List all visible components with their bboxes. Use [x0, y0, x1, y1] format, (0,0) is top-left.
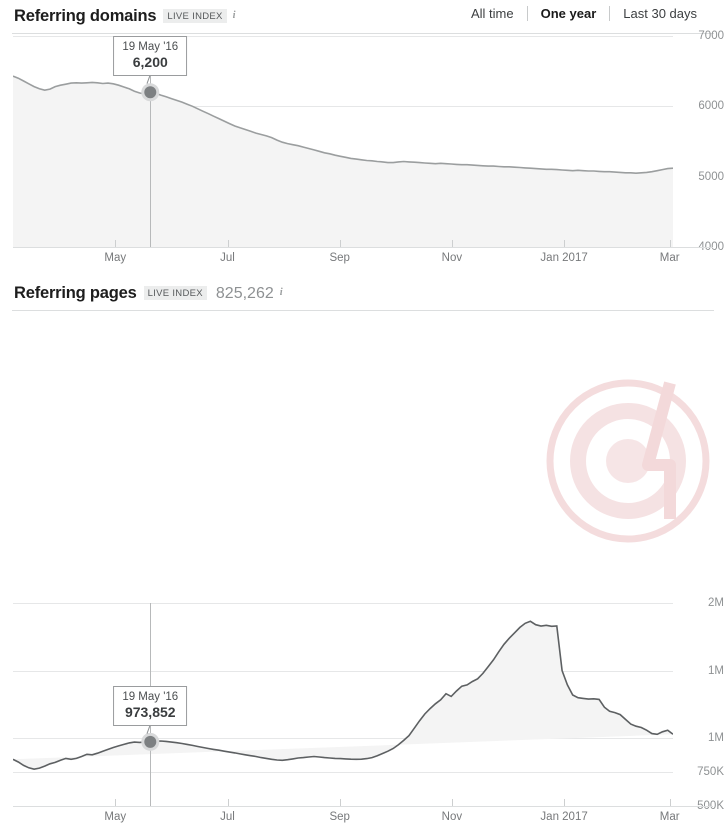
hover-tooltip: 19 May '16 6,200	[113, 36, 188, 77]
range-switcher[interactable]: All time One year Last 30 days	[458, 6, 710, 21]
page-title: Referring domains	[14, 7, 157, 25]
data-point-marker[interactable]	[144, 735, 157, 748]
y-axis-tick-label: 750K	[697, 766, 724, 779]
x-axis-line	[13, 806, 713, 807]
watermark-logo	[546, 379, 710, 543]
header-divider	[12, 33, 714, 34]
range-item-last-30-days[interactable]: Last 30 days	[610, 6, 710, 21]
tooltip-value: 973,852	[124, 703, 176, 720]
y-axis-tick-label: 1M	[708, 732, 724, 745]
tooltip-value: 6,200	[132, 54, 168, 71]
header-divider	[12, 310, 714, 311]
live-index-badge: LIVE INDEX	[143, 286, 207, 300]
x-axis-tick-label: May	[104, 252, 127, 264]
info-icon[interactable]: i	[233, 10, 236, 21]
x-axis-tick-label: May	[104, 811, 127, 823]
y-axis-tick-label: 7000	[698, 30, 724, 42]
y-axis-tick-label: 2M	[708, 597, 724, 609]
y-axis-labels-pages: 2M 1M 1M 750K 500K	[673, 597, 726, 812]
live-index-badge: LIVE INDEX	[163, 9, 227, 23]
tooltip-date: 19 May '16	[122, 690, 179, 703]
referring-pages-chart[interactable]: 19 May '16 973,852	[13, 603, 673, 806]
x-axis-labels-pages: May Jul Sep Nov Jan 2017 Mar	[13, 811, 679, 829]
x-axis-tick-label: Jan 2017	[540, 252, 588, 264]
page-title: Referring pages	[14, 284, 137, 302]
x-axis-labels-domains: May Jul Sep Nov Jan 2017 Mar	[13, 252, 679, 270]
chart-canvas	[13, 36, 673, 247]
chart-canvas	[13, 603, 673, 806]
y-axis-tick-label: 1M	[708, 664, 724, 677]
data-point-marker[interactable]	[144, 86, 157, 99]
referring-domains-chart[interactable]: 19 May '16 6,200	[13, 36, 673, 247]
x-axis-tick-label: Sep	[329, 811, 350, 823]
referring-pages-header: Referring pages LIVE INDEX 825,262 i	[0, 277, 726, 310]
referring-domains-header: Referring domains LIVE INDEX i All time …	[0, 0, 726, 33]
x-axis-tick-label: Jul	[220, 252, 235, 264]
referring-domains-panel: Referring domains LIVE INDEX i All time …	[0, 0, 726, 277]
x-axis-tick-label: Jan 2017	[540, 811, 588, 823]
x-axis-tick-label: Nov	[441, 252, 463, 264]
x-axis-tick-label: Jul	[220, 811, 235, 823]
range-item-one-year[interactable]: One year	[528, 6, 610, 21]
tooltip-date: 19 May '16	[122, 41, 179, 54]
range-item-all-time[interactable]: All time	[458, 6, 527, 21]
x-axis-tick-label: Mar	[659, 811, 680, 823]
x-axis-tick-label: Mar	[659, 252, 680, 264]
y-axis-tick-label: 6000	[698, 100, 724, 113]
y-axis-labels-domains: 7000 6000 5000 4000	[673, 30, 726, 253]
info-icon[interactable]: i	[280, 287, 283, 298]
referring-pages-value: 825,262	[215, 285, 274, 302]
y-axis-tick-label: 5000	[698, 170, 724, 183]
x-axis-line	[13, 247, 713, 248]
header-left-group: Referring pages LIVE INDEX 825,262 i	[0, 284, 283, 303]
header-left-group: Referring domains LIVE INDEX i	[0, 7, 236, 26]
referring-pages-panel: Referring pages LIVE INDEX 825,262 i 19 …	[0, 277, 726, 823]
x-axis-tick-label: Sep	[329, 252, 350, 264]
hover-tooltip: 19 May '16 973,852	[113, 685, 188, 726]
x-axis-tick-label: Nov	[441, 811, 463, 823]
